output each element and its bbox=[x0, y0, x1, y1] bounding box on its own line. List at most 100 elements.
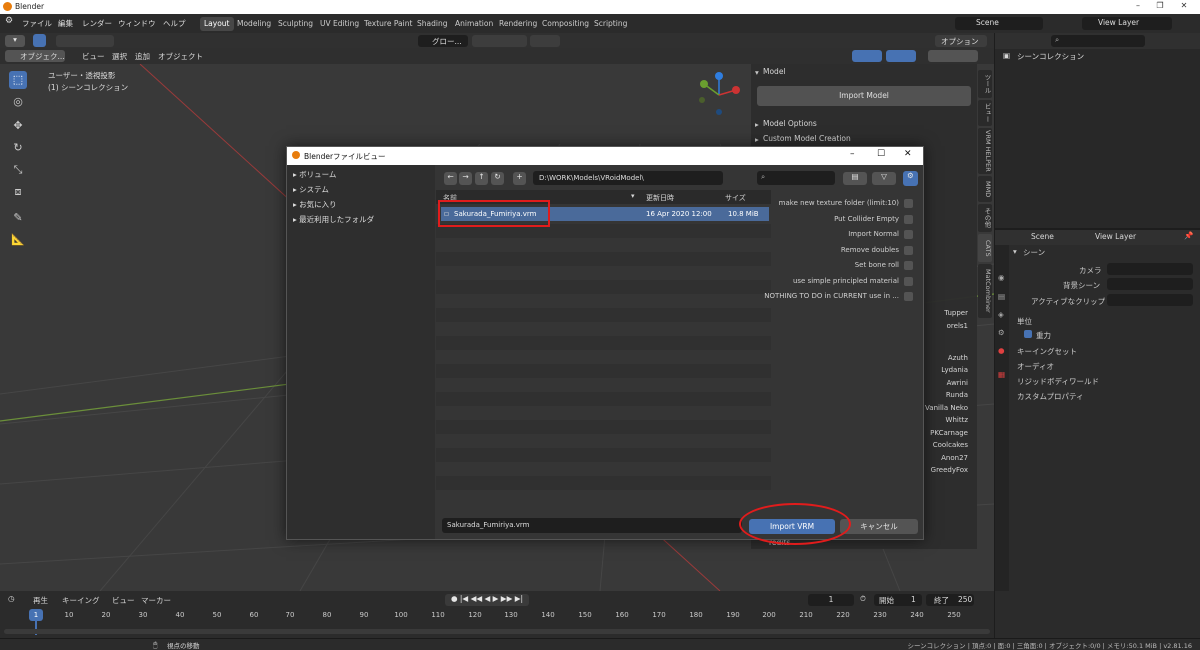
view-layer-tab-icon[interactable]: ◈ bbox=[998, 310, 1004, 319]
opt-simple-material[interactable]: use simple principled material bbox=[793, 277, 913, 286]
measure-tool-icon[interactable]: 📐 bbox=[9, 231, 27, 249]
close-window-icon[interactable]: ✕ bbox=[1174, 1, 1194, 13]
editor-type-icon[interactable]: ▾ bbox=[5, 35, 25, 47]
minimize-icon[interactable]: – bbox=[1128, 1, 1148, 13]
back-icon[interactable]: ← bbox=[444, 172, 457, 185]
proportional-edit-button[interactable] bbox=[530, 35, 560, 47]
tab-shading[interactable]: Shading bbox=[413, 17, 451, 31]
cursor-tool-icon[interactable]: ◎ bbox=[9, 93, 27, 111]
custom-props-panel[interactable]: カスタムプロパティ bbox=[1017, 391, 1084, 402]
blender-menu-icon[interactable]: ⚙ bbox=[5, 16, 13, 26]
sidebar-item-recent[interactable]: ▸ 最近利用したフォルダ bbox=[293, 214, 374, 225]
tab-modeling[interactable]: Modeling bbox=[233, 17, 275, 31]
tab-tool[interactable]: ツール bbox=[978, 70, 992, 98]
maximize-icon[interactable]: ❐ bbox=[1150, 1, 1170, 13]
menu-file[interactable]: ファイル bbox=[22, 18, 52, 29]
gizmo-toggle[interactable] bbox=[852, 50, 882, 62]
select-mode-buttons[interactable] bbox=[56, 35, 114, 47]
pin-icon[interactable]: 📌 bbox=[1184, 231, 1193, 240]
panel-collapse-icon[interactable]: ▾ bbox=[755, 68, 759, 77]
navigation-gizmo[interactable] bbox=[694, 70, 744, 120]
dialog-close-icon[interactable]: ✕ bbox=[904, 149, 912, 159]
filter-dropdown[interactable]: ▽ bbox=[872, 172, 896, 185]
opt-remove-doubles[interactable]: Remove doubles bbox=[841, 246, 913, 255]
new-folder-icon[interactable]: + bbox=[513, 172, 526, 185]
list-item[interactable]: orels1 bbox=[947, 322, 968, 330]
tab-animation[interactable]: Animation bbox=[451, 17, 497, 31]
output-tab-icon[interactable]: ▤ bbox=[998, 292, 1005, 301]
select-tool-icon[interactable] bbox=[33, 34, 46, 47]
tab-matcombiner[interactable]: MatCombiner bbox=[978, 264, 992, 318]
gravity-checkbox[interactable] bbox=[1024, 330, 1032, 338]
list-item[interactable]: Tupper bbox=[944, 309, 968, 317]
menu-marker[interactable]: マーカー bbox=[141, 595, 171, 606]
file-search-input[interactable] bbox=[757, 171, 835, 185]
dialog-maximize-icon[interactable]: ☐ bbox=[877, 149, 885, 159]
list-item[interactable]: Lydania bbox=[941, 366, 968, 374]
file-list[interactable]: 名前 ▾ 更新日時 サイズ ▫ Sakurada_Fumiriya.vrm 16… bbox=[436, 190, 771, 516]
camera-field[interactable] bbox=[1107, 263, 1193, 275]
tab-mmd[interactable]: MMD bbox=[978, 176, 992, 202]
units-panel[interactable]: 単位 bbox=[1017, 316, 1032, 327]
rigid-body-panel[interactable]: リジッドボディワールド bbox=[1017, 376, 1099, 387]
model-options-expand-icon[interactable]: ▸ bbox=[755, 120, 759, 129]
tab-cats[interactable]: CATS bbox=[978, 234, 992, 262]
overlay-toggle[interactable] bbox=[886, 50, 916, 62]
list-item[interactable]: Azuth bbox=[948, 354, 968, 362]
timeline-editor-icon[interactable]: ◷ bbox=[8, 594, 15, 603]
texture-tab-icon[interactable]: ▦ bbox=[998, 370, 1005, 379]
forward-icon[interactable]: → bbox=[459, 172, 472, 185]
shading-mode-buttons[interactable] bbox=[928, 50, 978, 62]
list-item[interactable]: Anon27 bbox=[941, 454, 968, 462]
scale-tool-icon[interactable]: ⤡ bbox=[9, 161, 27, 179]
opt-nothing-to-do[interactable]: NOTHING TO DO in CURRENT use in ... bbox=[764, 292, 913, 301]
menu-object[interactable]: オブジェクト bbox=[158, 51, 203, 62]
stopwatch-icon[interactable]: ⏱ bbox=[860, 594, 866, 604]
sidebar-item-favorites[interactable]: ▸ お気に入り bbox=[293, 199, 337, 210]
tab-texture-paint[interactable]: Texture Paint bbox=[360, 17, 416, 31]
audio-panel[interactable]: オーディオ bbox=[1017, 361, 1054, 372]
pivot-snap-buttons[interactable] bbox=[472, 35, 527, 47]
list-item[interactable]: Whittz bbox=[946, 416, 968, 424]
custom-model-expand-icon[interactable]: ▸ bbox=[755, 135, 759, 144]
timeline-scrollbar[interactable] bbox=[4, 629, 990, 634]
current-frame-field[interactable]: 1 bbox=[808, 594, 854, 606]
list-item[interactable]: PKCarnage bbox=[930, 429, 968, 437]
menu-timeline-view[interactable]: ビュー bbox=[112, 595, 135, 606]
col-size[interactable]: サイズ bbox=[725, 193, 746, 203]
list-item[interactable]: Runda bbox=[946, 391, 968, 399]
keying-panel[interactable]: キーイングセット bbox=[1017, 346, 1077, 357]
outliner[interactable]: ▣ シーンコレクション bbox=[995, 49, 1200, 228]
model-options-label[interactable]: Model Options bbox=[763, 119, 817, 128]
menu-edit[interactable]: 編集 bbox=[58, 18, 73, 29]
dialog-minimize-icon[interactable]: – bbox=[850, 149, 855, 159]
menu-playback[interactable]: 再生 bbox=[33, 595, 48, 606]
settings-gear-icon[interactable]: ⚙ bbox=[903, 171, 918, 186]
tab-layout[interactable]: Layout bbox=[200, 17, 234, 31]
scene-tab-icon[interactable]: ⚙ bbox=[998, 328, 1005, 337]
tab-rendering[interactable]: Rendering bbox=[495, 17, 541, 31]
menu-view[interactable]: ビュー bbox=[82, 51, 105, 62]
menu-add[interactable]: 追加 bbox=[135, 51, 150, 62]
annotate-tool-icon[interactable]: ✎ bbox=[9, 209, 27, 227]
playback-controls[interactable]: ● |◀ ◀◀ ◀ ▶ ▶▶ ▶| bbox=[445, 594, 529, 606]
import-model-button[interactable]: Import Model bbox=[757, 86, 971, 106]
bg-scene-field[interactable] bbox=[1107, 278, 1193, 290]
render-tab-icon[interactable]: ◉ bbox=[998, 273, 1005, 282]
sidebar-item-system[interactable]: ▸ システム bbox=[293, 184, 329, 195]
sidebar-item-volumes[interactable]: ▸ ボリューム bbox=[293, 169, 336, 180]
tab-sculpting[interactable]: Sculpting bbox=[274, 17, 317, 31]
list-item[interactable]: Coolcakes bbox=[933, 441, 968, 449]
parent-dir-icon[interactable]: ↑ bbox=[475, 172, 488, 185]
list-item[interactable]: Vanilla Neko bbox=[925, 404, 968, 412]
transform-tool-icon[interactable]: ⧈ bbox=[9, 183, 27, 201]
select-box-tool-icon[interactable]: ⬚ bbox=[9, 71, 27, 89]
opt-collider-empty[interactable]: Put Collider Empty bbox=[834, 215, 913, 224]
rotate-tool-icon[interactable]: ↻ bbox=[9, 139, 27, 157]
menu-help[interactable]: ヘルプ bbox=[163, 18, 186, 29]
tab-other[interactable]: その他 bbox=[978, 204, 992, 232]
tab-compositing[interactable]: Compositing bbox=[538, 17, 593, 31]
menu-keying[interactable]: キーイング bbox=[62, 595, 100, 606]
cancel-button[interactable]: キャンセル bbox=[840, 519, 918, 534]
section-expand-icon[interactable]: ▾ bbox=[1013, 247, 1017, 256]
